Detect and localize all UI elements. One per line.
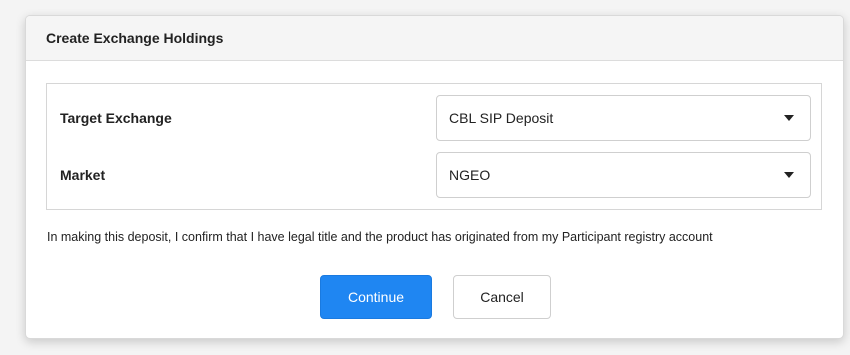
deposit-confirmation-text: In making this deposit, I confirm that I… bbox=[47, 230, 713, 244]
target-exchange-row: Target Exchange CBL SIP Deposit bbox=[47, 95, 821, 141]
create-exchange-holdings-dialog: Create Exchange Holdings Target Exchange… bbox=[25, 15, 844, 339]
market-select[interactable]: NGEO bbox=[436, 152, 811, 198]
continue-button[interactable]: Continue bbox=[320, 275, 432, 319]
dialog-title: Create Exchange Holdings bbox=[46, 30, 224, 46]
market-label: Market bbox=[60, 167, 106, 183]
dialog-header: Create Exchange Holdings bbox=[26, 16, 843, 61]
chevron-down-icon bbox=[784, 172, 794, 178]
target-exchange-value: CBL SIP Deposit bbox=[449, 110, 554, 126]
target-exchange-label: Target Exchange bbox=[60, 110, 172, 126]
chevron-down-icon bbox=[784, 115, 794, 121]
market-value: NGEO bbox=[449, 167, 491, 183]
market-row: Market NGEO bbox=[47, 152, 821, 198]
cancel-button[interactable]: Cancel bbox=[453, 275, 551, 319]
form-panel: Target Exchange CBL SIP Deposit Market N… bbox=[46, 83, 822, 210]
target-exchange-select[interactable]: CBL SIP Deposit bbox=[436, 95, 811, 141]
